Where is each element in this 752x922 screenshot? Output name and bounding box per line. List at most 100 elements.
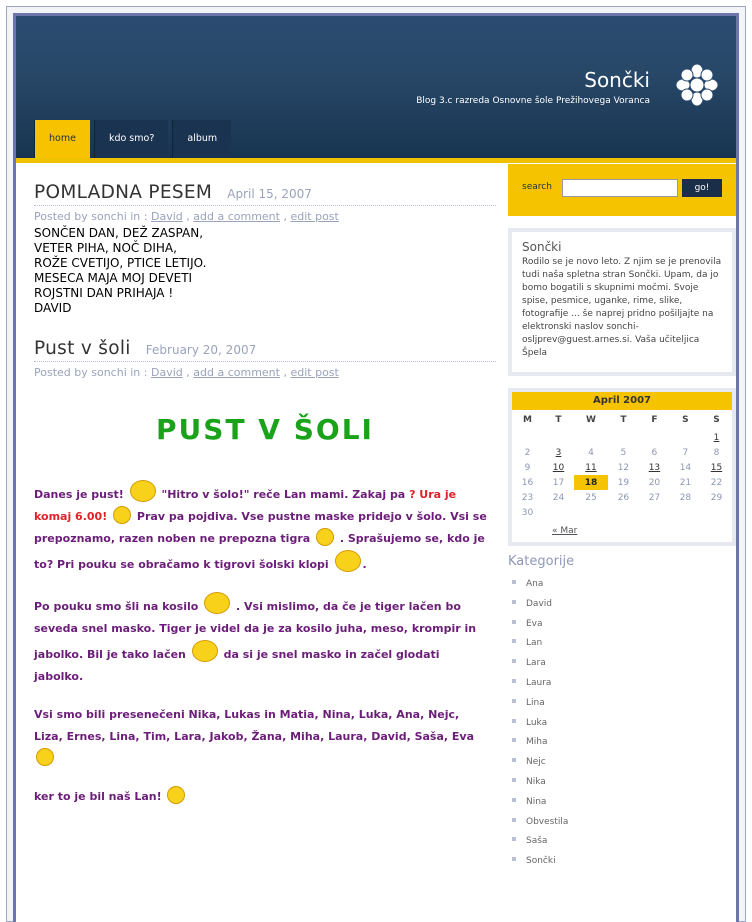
site-title[interactable]: Sončki (584, 68, 650, 92)
category-label: Nejc (526, 757, 546, 768)
calendar-day: 4 (588, 447, 594, 458)
poem-line: ROJSTNI DAN PRIHAJA ! (34, 286, 174, 300)
nav-album[interactable]: album (172, 120, 232, 158)
nav-kdo-smo[interactable]: kdo smo? (93, 120, 169, 158)
calendar-day[interactable]: 11 (574, 460, 608, 475)
calendar-weekday: T (620, 415, 627, 425)
party-smiley-icon (129, 480, 156, 502)
main-content: POMLADNA PESEM April 15, 2007 Posted by … (34, 182, 496, 824)
poem-line: VETER PIHA, NOČ DIHA, (34, 241, 177, 255)
post: POMLADNA PESEM April 15, 2007 Posted by … (34, 182, 496, 316)
bullet-icon (512, 777, 516, 782)
post-title[interactable]: Pust v šoli (34, 338, 131, 359)
calendar-day[interactable]: 1 (701, 430, 732, 445)
post-author-link[interactable]: David (151, 366, 183, 379)
categories-list: Ana David Eva Lan Lara Laura Lina Luka Miha Nejc N… (508, 575, 736, 872)
calendar-day: 24 (552, 492, 565, 503)
category-item[interactable]: Nika (508, 773, 736, 793)
calendar-prev-link[interactable]: « Mar (512, 520, 732, 542)
calendar-day (701, 505, 732, 520)
categories-title: Kategorije (508, 554, 575, 569)
post-title[interactable]: POMLADNA PESEM (34, 182, 212, 203)
calendar-day: 6 (651, 447, 658, 458)
bullet-icon (512, 639, 516, 644)
sidebar: search go! Sončki Rodilo se je novo leto… (508, 164, 736, 872)
calendar-grid: MTWTFSS 1 2 3 4 5 6 7 8 9 10 11 12 13 14 15 16 17 18 19 20 2… (512, 410, 732, 520)
category-label: Sončki (526, 856, 556, 867)
category-item[interactable]: Sončki (508, 852, 736, 872)
category-label: Ana (526, 579, 544, 589)
calendar-day (543, 505, 574, 520)
calendar-day: 5 (620, 447, 627, 458)
calendar-day (670, 430, 701, 445)
poem-line: SONČEN DAN, DEŽ ZASPAN, (34, 226, 204, 240)
add-comment-link[interactable]: add a comment (193, 210, 280, 223)
site-header: Sončki Blog 3.c razreda Osnovne šole Pre… (16, 16, 736, 158)
calendar-day: 25 (585, 492, 597, 503)
edit-post-link[interactable]: edit post (290, 210, 338, 223)
bullet-icon (512, 599, 516, 604)
category-item[interactable]: Laura (508, 674, 736, 694)
calendar-day: 27 (648, 492, 661, 503)
calendar-day[interactable]: 13 (639, 460, 670, 475)
calendar-day: 9 (524, 462, 531, 473)
bullet-icon (512, 718, 516, 723)
calendar-day[interactable]: 3 (543, 445, 574, 460)
bullet-icon (512, 738, 516, 743)
calendar-day: 8 (713, 447, 720, 458)
category-item[interactable]: Eva (508, 615, 736, 635)
calendar-day[interactable]: 10 (543, 460, 574, 475)
calendar-day: 23 (521, 492, 534, 503)
category-item[interactable]: Nejc (508, 753, 736, 773)
category-label: Eva (526, 618, 543, 629)
category-item[interactable]: David (508, 595, 736, 615)
post-body: Danes je pust! "Hitro v šolo!" reče Lan … (34, 480, 489, 808)
category-label: Saša (526, 836, 548, 847)
category-item[interactable]: Obvestila (508, 813, 736, 833)
nav-home[interactable]: home (34, 120, 90, 158)
category-item[interactable]: Lan (508, 634, 736, 654)
search-input[interactable] (562, 179, 678, 197)
blog-frame: Sončki Blog 3.c razreda Osnovne šole Pre… (13, 13, 739, 922)
category-label: David (526, 598, 552, 609)
story-paragraph: ker to je bil naš Lan! (34, 786, 489, 808)
category-label: Nika (526, 776, 546, 787)
calendar-day[interactable]: 15 (701, 460, 732, 475)
calendar-day (543, 430, 574, 445)
category-label: Lara (526, 658, 546, 669)
calendar-weekday: W (585, 415, 596, 425)
calendar-day: 26 (617, 492, 630, 503)
category-item[interactable]: Lina (508, 694, 736, 714)
post-meta: Posted by sonchi in : David , add a comm… (34, 366, 339, 379)
category-item[interactable]: Lara (508, 654, 736, 674)
category-item[interactable]: Ana (508, 575, 736, 595)
category-label: Miha (526, 737, 548, 748)
category-item[interactable]: Saša (508, 832, 736, 852)
tiger-smiley-icon (334, 550, 361, 572)
plate-icon (204, 592, 231, 614)
poem-line: ROŽE CVETIJO, PTICE LETIJO. (34, 256, 207, 270)
calendar-day: 17 (552, 477, 565, 488)
calendar-day (512, 430, 543, 445)
calendar-day (608, 505, 639, 520)
header-accent-bar (16, 158, 736, 163)
calendar-day (639, 430, 670, 445)
calendar-weekday: S (713, 415, 720, 425)
category-item[interactable]: Miha (508, 733, 736, 753)
category-item[interactable]: Luka (508, 714, 736, 734)
flower-logo-icon (675, 63, 719, 107)
calendar-day: 22 (710, 477, 723, 488)
search-button[interactable]: go! (682, 179, 722, 197)
edit-post-link[interactable]: edit post (290, 366, 338, 379)
bullet-icon (512, 817, 516, 822)
category-item[interactable]: Nina (508, 793, 736, 813)
calendar-month: April 2007 (512, 392, 732, 410)
add-comment-link[interactable]: add a comment (193, 366, 280, 379)
poem-line: DAVID (34, 301, 72, 315)
calendar-day (574, 430, 608, 445)
bullet-icon (512, 758, 516, 763)
category-label: Luka (526, 717, 548, 728)
search-label: search (522, 182, 552, 192)
post-author-link[interactable]: David (151, 210, 183, 223)
bullet-icon (512, 580, 516, 584)
